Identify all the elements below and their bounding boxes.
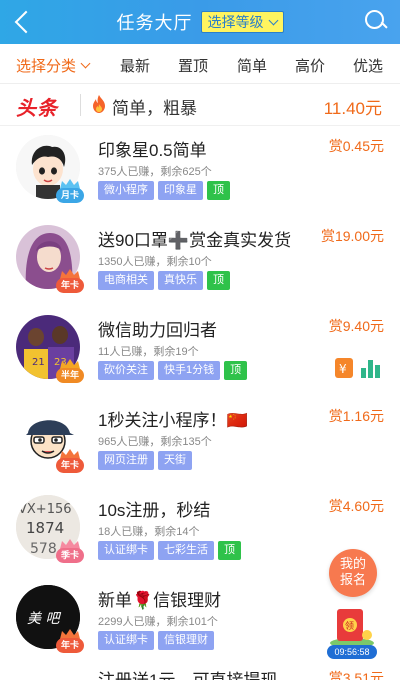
task-title: 10s注册，秒结 bbox=[98, 501, 211, 520]
avatar: 21 23 半年 bbox=[16, 315, 84, 383]
task-item[interactable]: 注册送1元，可直接提现 赏3.51元 bbox=[0, 662, 400, 680]
search-icon[interactable] bbox=[364, 9, 388, 33]
headline-logo: 头条 bbox=[16, 98, 58, 120]
svg-text:21: 21 bbox=[32, 357, 45, 368]
task-reward: 赏9.40元 bbox=[328, 318, 384, 334]
headline-price: 11.40元 bbox=[323, 99, 382, 118]
task-tags: 网页注册 天街 bbox=[98, 451, 192, 470]
vip-badge: 年卡 bbox=[56, 449, 84, 473]
tag: 信银理财 bbox=[158, 631, 214, 650]
vip-badge: 月卡 bbox=[56, 179, 84, 203]
avatar: VX+156 1874 578 季卡 bbox=[16, 495, 84, 563]
task-meta: 965人已赚，剩余135个 bbox=[98, 436, 212, 448]
vip-badge: 季卡 bbox=[56, 539, 84, 563]
header-bar: 任务大厅 选择等级 bbox=[0, 0, 400, 44]
task-reward: 赏3.51元 bbox=[328, 670, 384, 680]
pinned-tag: 顶 bbox=[207, 181, 230, 200]
page-title: 任务大厅 bbox=[116, 13, 193, 33]
stats-chart-icon[interactable]: ¥ bbox=[335, 356, 383, 380]
task-tags: 认证绑卡 七彩生活 顶 bbox=[98, 541, 241, 560]
tag: 网页注册 bbox=[98, 451, 154, 470]
task-meta: 2299人已赚，剩余101个 bbox=[98, 616, 218, 628]
select-level-button[interactable]: 选择等级 bbox=[200, 11, 284, 33]
pinned-tag: 顶 bbox=[224, 361, 248, 380]
filter-high-price[interactable]: 高价 bbox=[295, 55, 325, 76]
headline-banner[interactable]: 头条 简单，粗暴 11.40元 bbox=[0, 84, 400, 126]
tag: 认证绑卡 bbox=[98, 541, 154, 560]
task-item[interactable]: 21 23 半年 微信助力回归者 11人已赚，剩余19个 砍价关注 快手1分钱 … bbox=[0, 306, 400, 396]
red-envelope-icon: 领 bbox=[330, 609, 374, 648]
task-reward: 赏0.45元 bbox=[328, 138, 384, 154]
task-title: 新单🌹信银理财 bbox=[98, 591, 222, 610]
tag: 天街 bbox=[158, 451, 192, 470]
task-title: 送90口罩➕赏金真实发货 bbox=[98, 231, 292, 250]
chevron-down-icon bbox=[268, 15, 278, 25]
tag: 认证绑卡 bbox=[98, 631, 154, 650]
chevron-down-icon bbox=[80, 58, 91, 69]
task-item[interactable]: 年卡 1秒关注小程序！🇨🇳 965人已赚，剩余135个 网页注册 天街 赏1.1… bbox=[0, 396, 400, 486]
avatar: 美 吧 年卡 bbox=[16, 585, 84, 653]
task-title: 注册送1元，可直接提现 bbox=[98, 666, 277, 680]
back-arrow-icon[interactable] bbox=[12, 8, 36, 36]
pinned-tag: 顶 bbox=[207, 271, 230, 290]
tag: 电商相关 bbox=[98, 271, 154, 290]
tag: 快手1分钱 bbox=[158, 361, 221, 380]
svg-text:VX+156: VX+156 bbox=[18, 502, 72, 517]
svg-text:美 吧: 美 吧 bbox=[27, 611, 61, 627]
task-item[interactable]: 年卡 送90口罩➕赏金真实发货 1350人已赚，剩余10个 电商相关 真快乐 顶… bbox=[0, 216, 400, 306]
headline-text: 简单，粗暴 bbox=[112, 99, 197, 118]
task-meta: 375人已赚，剩余625个 bbox=[98, 166, 212, 178]
filter-pinned[interactable]: 置顶 bbox=[178, 55, 208, 76]
svg-text:578: 578 bbox=[30, 541, 57, 557]
svg-text:¥: ¥ bbox=[339, 362, 347, 376]
filter-bar: 选择分类 最新 置顶 简单 高价 优选 bbox=[0, 44, 400, 84]
pinned-tag: 顶 bbox=[218, 541, 241, 560]
avatar: 月卡 bbox=[16, 135, 84, 203]
avatar: 年卡 bbox=[16, 225, 84, 293]
filter-simple[interactable]: 简单 bbox=[237, 55, 267, 76]
filter-newest[interactable]: 最新 bbox=[120, 55, 150, 76]
svg-text:1874: 1874 bbox=[26, 519, 64, 537]
task-title: 1秒关注小程序！🇨🇳 bbox=[98, 411, 248, 430]
task-title: 微信助力回归者 bbox=[98, 321, 217, 340]
filter-preferred[interactable]: 优选 bbox=[353, 55, 383, 76]
task-tags: 微小程序 印象星 顶 bbox=[98, 181, 230, 200]
vip-badge: 年卡 bbox=[56, 629, 84, 653]
task-reward: 赏1.16元 bbox=[328, 408, 384, 424]
task-title: 印象星0.5简单 bbox=[98, 141, 207, 160]
avatar: 年卡 bbox=[16, 405, 84, 473]
task-tags: 认证绑卡 信银理财 bbox=[98, 631, 214, 650]
divider bbox=[80, 94, 81, 116]
my-registrations-button[interactable]: 我的报名 bbox=[329, 549, 377, 597]
select-level-label: 选择等级 bbox=[207, 14, 264, 30]
task-meta: 18人已赚，剩余14个 bbox=[98, 526, 200, 538]
category-filter[interactable]: 选择分类 bbox=[16, 55, 91, 76]
task-tags: 电商相关 真快乐 顶 bbox=[98, 271, 230, 290]
vip-badge: 年卡 bbox=[56, 269, 84, 293]
my-registrations-label: 我的报名 bbox=[339, 556, 366, 587]
task-item[interactable]: 月卡 印象星0.5简单 375人已赚，剩余625个 微小程序 印象星 顶 赏0.… bbox=[0, 126, 400, 216]
task-meta: 1350人已赚，剩余10个 bbox=[98, 256, 212, 268]
fire-icon bbox=[93, 95, 105, 113]
tag: 七彩生活 bbox=[158, 541, 214, 560]
task-reward: 赏4.60元 bbox=[328, 498, 384, 514]
tag: 真快乐 bbox=[158, 271, 203, 290]
task-meta: 11人已赚，剩余19个 bbox=[98, 346, 199, 358]
tag: 微小程序 bbox=[98, 181, 154, 200]
tag: 砍价关注 bbox=[98, 361, 154, 380]
category-filter-label: 选择分类 bbox=[16, 58, 77, 75]
red-envelope-button[interactable]: 领 09:56:58 bbox=[327, 605, 377, 659]
svg-text:领: 领 bbox=[345, 620, 354, 632]
task-reward: 赏19.00元 bbox=[320, 228, 384, 244]
task-tags: 砍价关注 快手1分钱 顶 bbox=[98, 361, 248, 380]
countdown-timer: 09:56:58 bbox=[327, 645, 377, 659]
vip-badge: 半年 bbox=[56, 359, 84, 383]
tag: 印象星 bbox=[158, 181, 203, 200]
